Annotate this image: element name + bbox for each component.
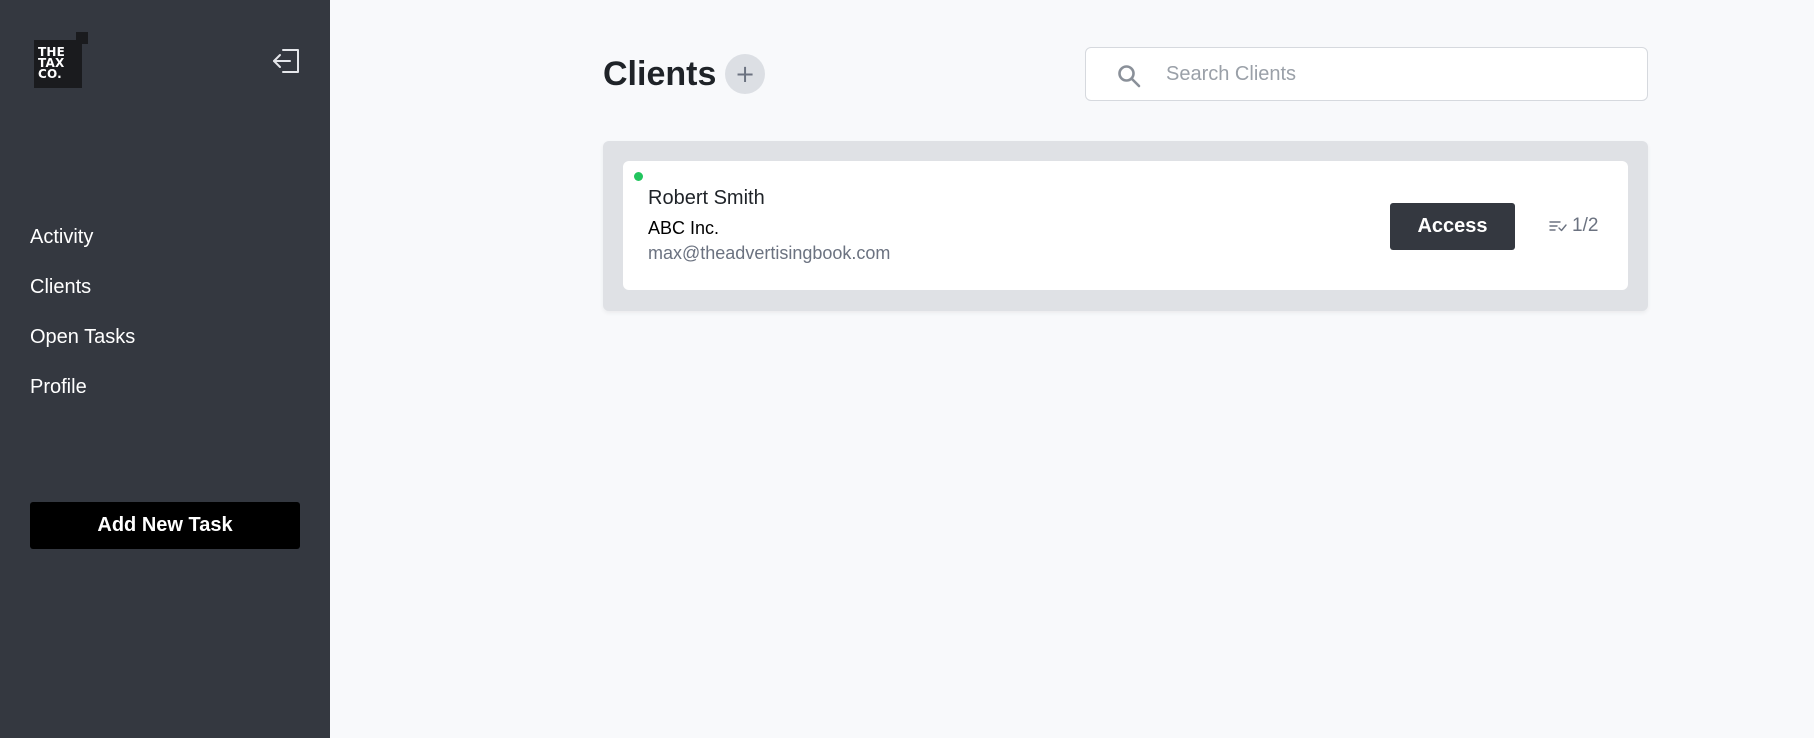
search-box (1085, 47, 1648, 101)
sidebar-item-open-tasks[interactable]: Open Tasks (30, 322, 135, 372)
client-list: Robert Smith ABC Inc. max@theadvertising… (603, 141, 1648, 311)
client-company: ABC Inc. (648, 218, 720, 238)
sidebar: THE TAX CO. Activity Clients Open Tasks … (0, 0, 330, 738)
search-icon (1116, 63, 1142, 89)
client-email: max@theadvertisingbook.com (648, 243, 891, 263)
tasks-check-icon (1549, 219, 1567, 233)
task-count-text: 1/2 (1572, 215, 1599, 236)
app-root: THE TAX CO. Activity Clients Open Tasks … (0, 0, 1814, 738)
sidebar-nav: Activity Clients Open Tasks Profile (30, 222, 135, 422)
logo-block: THE TAX CO. (34, 40, 82, 88)
client-card[interactable]: Robert Smith ABC Inc. max@theadvertising… (623, 161, 1628, 290)
add-client-button[interactable]: + (725, 54, 765, 94)
sidebar-item-activity[interactable]: Activity (30, 222, 135, 272)
sidebar-item-clients[interactable]: Clients (30, 272, 135, 322)
sidebar-item-profile[interactable]: Profile (30, 372, 135, 422)
company-logo[interactable]: THE TAX CO. (34, 32, 88, 88)
add-new-task-button[interactable]: Add New Task (30, 502, 300, 549)
plus-icon: + (734, 60, 756, 88)
client-name: Robert Smith (648, 187, 765, 209)
logout-icon[interactable] (270, 44, 302, 76)
search-input[interactable] (1166, 48, 1636, 100)
page-title: Clients (603, 55, 717, 93)
status-indicator (634, 172, 643, 181)
logo-line: CO. (38, 67, 62, 81)
task-count[interactable]: 1/2 (1549, 213, 1598, 239)
access-button[interactable]: Access (1390, 203, 1515, 250)
